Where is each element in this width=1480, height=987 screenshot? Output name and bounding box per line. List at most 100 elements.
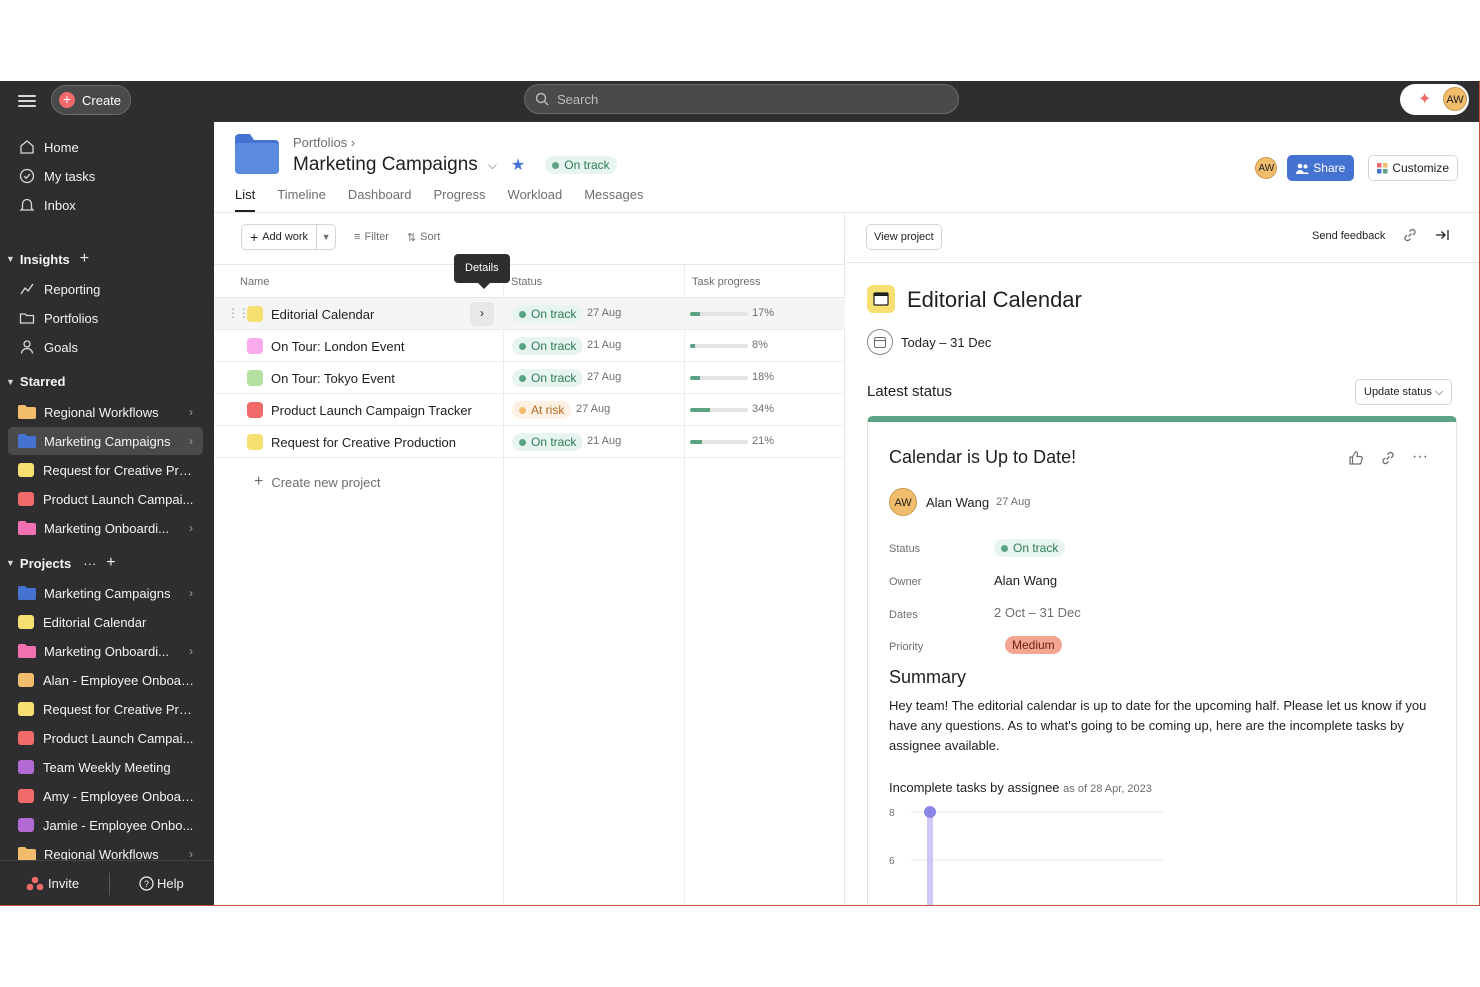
row-status-badge[interactable]: On track: [512, 337, 584, 355]
profile-menu[interactable]: ✦ AW: [1400, 84, 1469, 115]
project-item[interactable]: Amy - Employee Onboar...: [8, 782, 203, 810]
row-project-name[interactable]: On Tour: Tokyo Event: [271, 371, 395, 386]
sort-button[interactable]: ⇅ Sort: [407, 231, 440, 244]
update-status-button[interactable]: Update status ⌵: [1355, 379, 1453, 405]
sidebar-item-home[interactable]: Home: [18, 134, 203, 160]
member-avatar[interactable]: AW: [1255, 157, 1278, 179]
sidebar-item-portfolios[interactable]: Portfolios: [18, 305, 203, 331]
tab-timeline[interactable]: Timeline: [277, 187, 326, 212]
link-icon[interactable]: [1402, 227, 1418, 243]
collapse-triangle-icon[interactable]: ▼: [6, 558, 15, 568]
tab-messages[interactable]: Messages: [584, 187, 643, 212]
project-item[interactable]: Request for Creative Pro...: [8, 695, 203, 723]
breadcrumb[interactable]: Portfolios ›: [293, 135, 355, 150]
drag-handle-icon[interactable]: ⋮⋮: [227, 306, 250, 320]
project-item[interactable]: Marketing Onboardi... ›: [8, 637, 203, 665]
add-work-main[interactable]: + Add work: [242, 225, 318, 249]
star-icon[interactable]: ★: [511, 155, 525, 175]
projects-section-header[interactable]: ▼ Projects ··· +: [6, 554, 116, 572]
starred-section-header[interactable]: ▼ Starred: [6, 374, 65, 389]
hamburger-menu-icon[interactable]: [18, 92, 36, 110]
author-name[interactable]: Alan Wang: [926, 495, 989, 510]
details-chevron-icon[interactable]: ›: [470, 302, 494, 326]
column-status[interactable]: Status: [511, 276, 542, 288]
help-button[interactable]: ? Help: [139, 876, 184, 891]
project-color-icon: [247, 306, 263, 322]
column-name[interactable]: Name: [240, 276, 269, 288]
table-row[interactable]: ⋮⋮ Editorial Calendar › On track 27 Aug 17%: [214, 298, 845, 330]
sidebar-item-my-tasks[interactable]: My tasks: [18, 163, 203, 189]
chevron-right-icon[interactable]: ›: [189, 434, 193, 448]
row-project-name[interactable]: Product Launch Campaign Tracker: [271, 403, 472, 418]
project-color-icon: [18, 818, 34, 832]
search-input[interactable]: Search: [524, 84, 959, 114]
starred-item[interactable]: Product Launch Campai...: [8, 485, 203, 513]
starred-item[interactable]: Request for Creative Pro...: [8, 456, 203, 484]
chevron-down-icon[interactable]: ⌵: [488, 158, 497, 173]
row-progress-bar: [690, 408, 748, 412]
row-status-badge[interactable]: On track: [512, 305, 584, 323]
chevron-right-icon[interactable]: ›: [189, 644, 193, 658]
row-status-badge[interactable]: At risk: [512, 401, 572, 419]
tab-dashboard[interactable]: Dashboard: [348, 187, 412, 212]
user-avatar[interactable]: AW: [1443, 87, 1467, 111]
project-dates[interactable]: Today – 31 Dec: [867, 329, 991, 355]
share-button[interactable]: Share: [1287, 155, 1355, 181]
table-row[interactable]: Request for Creative Production On track 2…: [214, 426, 845, 458]
project-item[interactable]: Alan - Employee Onboar...: [8, 666, 203, 694]
collapse-triangle-icon[interactable]: ▼: [6, 254, 15, 264]
filter-button[interactable]: ≡ Filter: [354, 231, 389, 243]
author-avatar[interactable]: AW: [889, 488, 917, 516]
send-feedback-link[interactable]: Send feedback: [1312, 230, 1385, 242]
create-button[interactable]: + Create: [51, 85, 131, 115]
chart-point[interactable]: [924, 806, 936, 818]
chevron-right-icon[interactable]: ›: [189, 405, 193, 419]
row-project-name[interactable]: On Tour: London Event: [271, 339, 404, 354]
add-project-plus-icon[interactable]: +: [106, 554, 115, 572]
view-project-button[interactable]: View project: [866, 224, 942, 250]
table-row[interactable]: Product Launch Campaign Tracker At risk 27…: [214, 394, 845, 426]
table-row[interactable]: On Tour: Tokyo Event On track 27 Aug 18%: [214, 362, 845, 394]
close-panel-icon[interactable]: [1434, 227, 1450, 243]
chevron-right-icon[interactable]: ›: [189, 521, 193, 535]
sidebar-item-inbox[interactable]: Inbox: [18, 192, 203, 218]
table-row[interactable]: On Tour: London Event On track 21 Aug 8%: [214, 330, 845, 362]
project-item[interactable]: Marketing Campaigns ›: [8, 579, 203, 607]
project-item[interactable]: Product Launch Campai...: [8, 724, 203, 752]
customize-button[interactable]: Customize: [1368, 155, 1458, 181]
field-label-owner: Owner: [889, 576, 922, 588]
add-work-button[interactable]: + Add work ▼: [241, 224, 337, 250]
create-new-project-button[interactable]: + Create new project: [254, 473, 380, 491]
project-item[interactable]: Editorial Calendar: [8, 608, 203, 636]
insights-section-header[interactable]: ▼ Insights +: [6, 250, 89, 268]
chart-bar[interactable]: [927, 812, 933, 906]
row-project-name[interactable]: Editorial Calendar: [271, 307, 374, 322]
project-color-icon: [18, 760, 34, 774]
thumbs-up-icon[interactable]: [1348, 450, 1364, 466]
tab-workload[interactable]: Workload: [508, 187, 563, 212]
invite-button[interactable]: Invite: [26, 876, 79, 892]
row-project-name[interactable]: Request for Creative Production: [271, 435, 456, 450]
projects-more-icon[interactable]: ···: [83, 556, 96, 571]
tab-progress[interactable]: Progress: [434, 187, 486, 212]
portfolio-status-badge[interactable]: On track: [545, 156, 617, 174]
chevron-right-icon[interactable]: ›: [189, 586, 193, 600]
project-color-icon: [18, 673, 34, 687]
project-item[interactable]: Jamie - Employee Onbo...: [8, 811, 203, 839]
column-task-progress[interactable]: Task progress: [692, 276, 760, 288]
starred-item[interactable]: Marketing Campaigns ›: [8, 427, 203, 455]
starred-item[interactable]: Marketing Onboardi... ›: [8, 514, 203, 542]
add-insight-plus-icon[interactable]: +: [80, 250, 89, 268]
row-status-badge[interactable]: On track: [512, 369, 584, 387]
starred-item[interactable]: Regional Workflows ›: [8, 398, 203, 426]
row-status-badge[interactable]: On track: [512, 433, 584, 451]
chevron-down-icon[interactable]: ▼: [317, 225, 335, 249]
collapse-triangle-icon[interactable]: ▼: [6, 377, 15, 387]
tab-list[interactable]: List: [235, 187, 256, 212]
link-icon[interactable]: [1380, 450, 1396, 466]
more-options-icon[interactable]: ···: [1412, 449, 1428, 466]
sidebar-item-goals[interactable]: Goals: [18, 334, 203, 360]
chevron-right-icon[interactable]: ›: [189, 847, 193, 861]
project-item[interactable]: Team Weekly Meeting: [8, 753, 203, 781]
sidebar-item-reporting[interactable]: Reporting: [18, 276, 203, 302]
